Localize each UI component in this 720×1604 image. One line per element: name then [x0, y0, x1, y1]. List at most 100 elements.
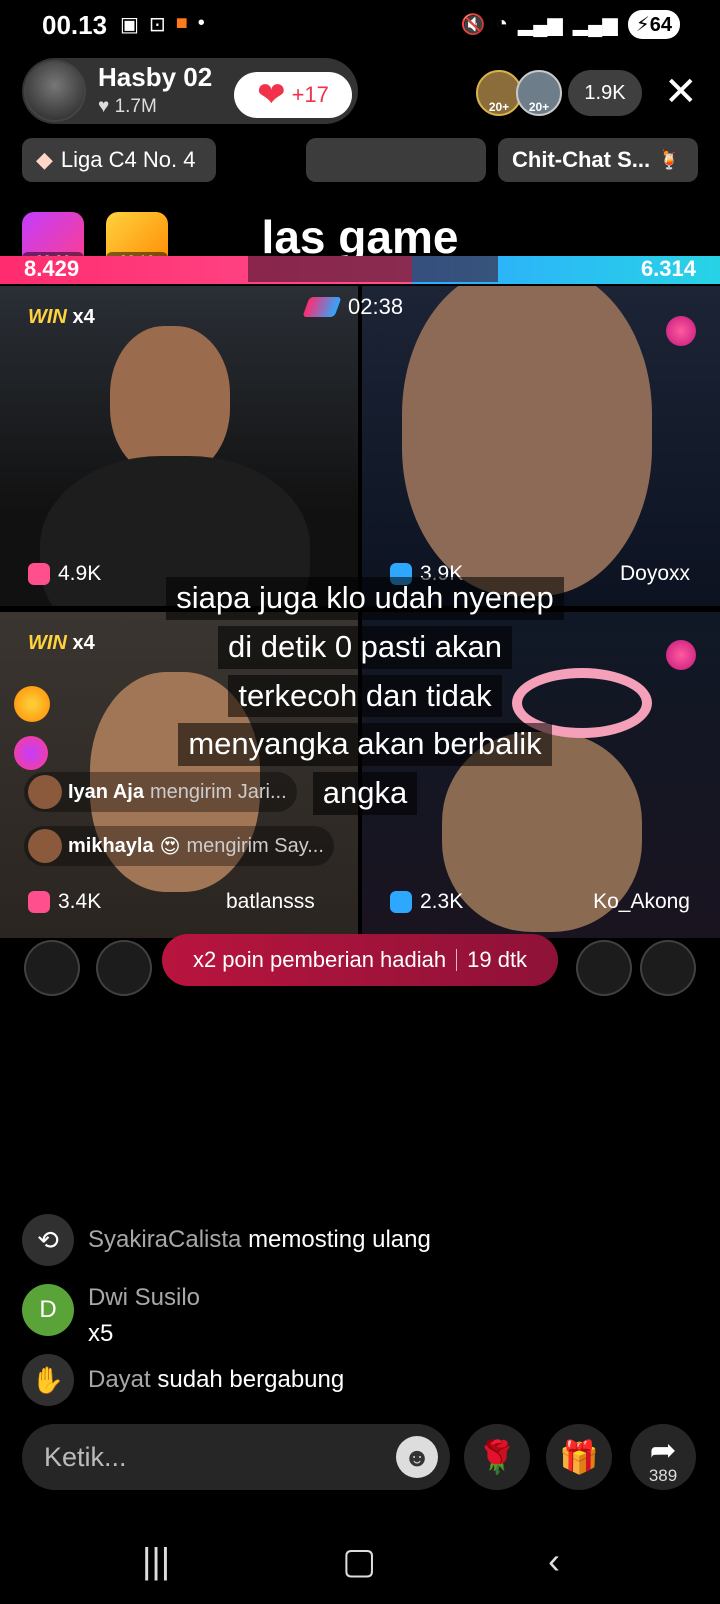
host-avatar[interactable]: [24, 60, 86, 122]
vs-icon: [302, 297, 342, 317]
score-value: 3.4K: [58, 890, 102, 913]
battle-score-bar: 8.429 6.314: [0, 256, 720, 284]
caption-line: siapa juga klo udah nyenep: [166, 577, 564, 620]
score-value: 2.3K: [420, 890, 464, 913]
live-icon: 🍹: [658, 149, 681, 170]
player-score-1: 4.9K: [28, 562, 101, 586]
dot-icon: •: [197, 12, 205, 34]
media-icon: ▣: [120, 14, 139, 36]
chat-user[interactable]: Dayat: [88, 1366, 151, 1393]
status-time: 00.13: [42, 10, 108, 40]
screenshot-icon: ⊡: [148, 14, 166, 36]
host-name: Hasby 02: [98, 62, 213, 92]
right-team-score: 6.314: [640, 256, 696, 281]
mute-icon: 🔇: [460, 14, 486, 36]
gift-icon: 🎁: [559, 1439, 599, 1475]
player-video: [110, 326, 230, 476]
gift-sender: Iyan Aja: [68, 780, 144, 803]
power-icon[interactable]: [14, 736, 48, 770]
chat-user[interactable]: Dwi Susilo: [88, 1284, 200, 1312]
battle-time: 02:38: [348, 294, 404, 319]
status-bar: 00.13 ▣ ⊡ ■ • 🔇 ◔ ▂▄▆ ▂▄▆ ⚡64: [0, 0, 720, 50]
contributor-avatar[interactable]: [96, 940, 152, 996]
gift-message: mengirim Say...: [186, 834, 324, 857]
caption-line: terkecoh dan tidak: [228, 674, 502, 718]
follow-button[interactable]: ❤ +17: [234, 72, 352, 118]
wave-icon: ✋: [22, 1354, 74, 1406]
left-team-score: 8.429: [24, 256, 80, 281]
comment-input[interactable]: [44, 1432, 384, 1482]
player-name-3[interactable]: batlansss: [226, 890, 315, 914]
battle-timer: 02:38: [302, 294, 404, 320]
league-label: Liga C4 No. 4: [60, 147, 196, 172]
viewer-avatar[interactable]: 20+: [516, 70, 562, 116]
top-viewers[interactable]: 20+ 20+ 1.9K: [476, 70, 642, 116]
score-value: 4.9K: [58, 562, 102, 585]
heart-icon: ❤: [257, 76, 286, 114]
close-icon[interactable]: ✕: [664, 72, 698, 112]
chat-message: memosting ulang: [248, 1226, 431, 1253]
player-tile-1[interactable]: [0, 286, 358, 606]
home-icon[interactable]: ▢: [342, 1540, 376, 1582]
gift-bubble-icon[interactable]: [666, 640, 696, 670]
battery-level: 64: [649, 14, 672, 36]
share-count: 389: [648, 1466, 678, 1485]
win-badge-1: WIN x4: [28, 306, 95, 329]
empty-pill[interactable]: [306, 138, 486, 182]
chat-message: x5: [88, 1320, 114, 1347]
gift-bubble-icon[interactable]: [666, 316, 696, 346]
caption-overlay: siapa juga klo udah nyenep di detik 0 pa…: [150, 574, 580, 818]
player-name-2[interactable]: Doyoxx: [620, 562, 690, 586]
emoji-icon[interactable]: ☻: [396, 1436, 438, 1478]
host-likes-count: 1.7M: [114, 96, 157, 117]
video-icon: ■: [175, 12, 188, 34]
recents-icon[interactable]: |||: [142, 1540, 170, 1582]
status-notification-icons: ▣ ⊡ ■ •: [120, 12, 205, 37]
contributor-avatar[interactable]: [576, 940, 632, 996]
chit-chat-label: Chit-Chat S...: [512, 147, 651, 172]
contributors-ribbon: x2 poin pemberian hadiah 19 dtk: [0, 930, 720, 1030]
avatar: [28, 829, 62, 863]
win-label: WIN: [28, 632, 67, 654]
avatar: [28, 775, 62, 809]
chat-repost: ⟲ SyakiraCalista memosting ulang: [22, 1214, 431, 1266]
score-icon: [390, 891, 412, 913]
caption-line: angka: [312, 772, 418, 815]
share-icon: ➦: [649, 1432, 677, 1468]
gift-button[interactable]: 🎁: [546, 1424, 612, 1490]
win-badge-2: WIN x4: [28, 632, 95, 655]
avatar[interactable]: D: [22, 1284, 74, 1336]
banner-text: x2 poin pemberian hadiah: [192, 947, 447, 972]
player-name-4[interactable]: Ko_Akong: [593, 890, 690, 914]
chat-join: ✋ Dayat sudah bergabung: [22, 1354, 344, 1406]
power-icon[interactable]: [14, 686, 50, 722]
rose-gift-button[interactable]: 🌹: [464, 1424, 530, 1490]
gift-notice: mikhayla 😍 mengirim Say...: [24, 826, 334, 866]
contributor-avatar[interactable]: [640, 940, 696, 996]
viewer-count[interactable]: 1.9K: [568, 70, 642, 116]
banner-timer: 19 dtk: [467, 947, 528, 972]
chat-user[interactable]: SyakiraCalista: [88, 1226, 241, 1253]
rose-icon: 🌹: [477, 1439, 517, 1475]
caption-line: menyangka akan berbalik: [178, 723, 552, 766]
chit-chat-pill[interactable]: Chit-Chat S... 🍹: [498, 138, 698, 182]
banner-divider: [456, 949, 458, 971]
signal2-icon: ▂▄▆: [572, 14, 618, 36]
back-icon[interactable]: ‹: [548, 1540, 560, 1582]
gift-sender: mikhayla: [68, 834, 154, 857]
caption-line: di detik 0 pasti akan: [217, 625, 512, 669]
host-likes: ♥ 1.7M: [98, 96, 157, 117]
diamond-icon: ◆: [36, 147, 53, 172]
score-icon: [28, 563, 50, 585]
score-icon: [28, 891, 50, 913]
share-button[interactable]: ➦ 389: [630, 1424, 696, 1490]
player-video: [402, 286, 652, 596]
contributor-avatar[interactable]: [24, 940, 80, 996]
league-pill[interactable]: ◆ Liga C4 No. 4: [22, 138, 216, 182]
chat-message: sudah bergabung: [157, 1366, 345, 1393]
battery-indicator: ⚡64: [627, 10, 680, 39]
heart-eyes-icon: 😍: [159, 835, 181, 858]
score-divider: [248, 256, 498, 282]
repost-icon: ⟲: [22, 1214, 74, 1266]
win-multiplier: x4: [72, 632, 95, 654]
